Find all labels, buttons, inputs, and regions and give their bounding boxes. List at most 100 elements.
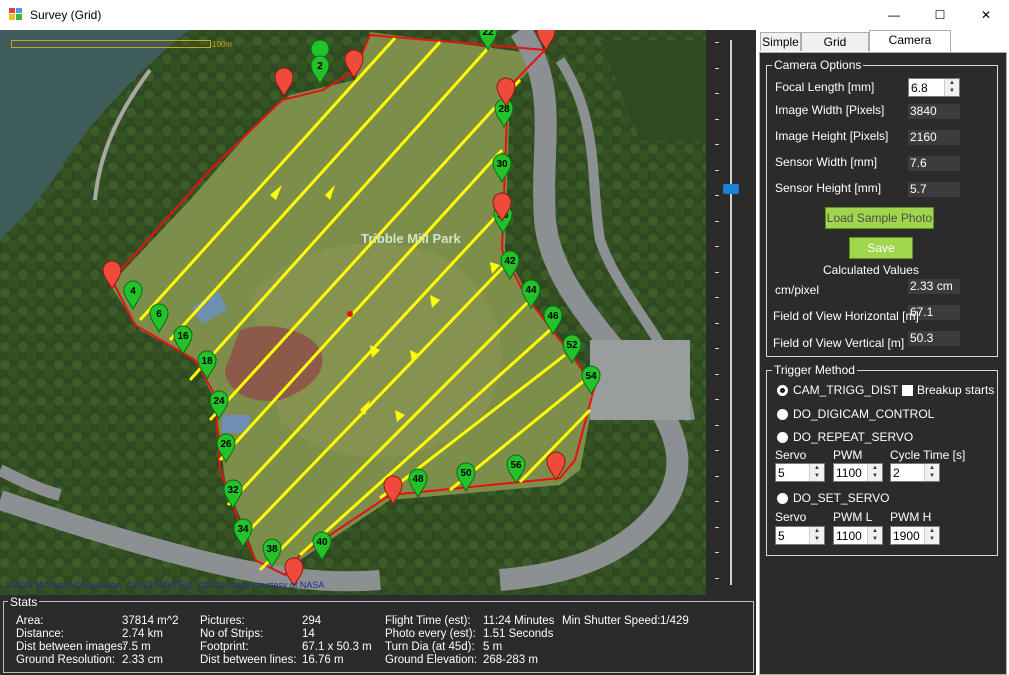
pwm-high-spinner[interactable]: ▲ ▼ xyxy=(924,527,939,544)
pwm-high-input[interactable]: 1900 ▲ ▼ xyxy=(890,526,940,545)
pwm-high-label: PWM H xyxy=(890,510,932,524)
pwm-low-label: PWM L xyxy=(833,510,873,524)
pwm-input[interactable]: 1100 ▲ ▼ xyxy=(833,463,883,482)
close-button[interactable]: ✕ xyxy=(963,0,1009,30)
waypoint-label: 52 xyxy=(566,340,578,351)
waypoint-label: 42 xyxy=(504,256,516,267)
set-servo-radio[interactable] xyxy=(777,493,788,504)
dist-images-label: Dist between images: xyxy=(16,641,126,653)
digicam-control-label: DO_DIGICAM_CONTROL xyxy=(793,407,935,421)
zoom-thumb[interactable] xyxy=(723,184,739,194)
focal-length-spinner[interactable]: ▲ ▼ xyxy=(944,79,959,96)
sensor-width-field[interactable]: 7.6 xyxy=(908,156,960,171)
footprint-label: Footprint: xyxy=(200,641,249,653)
pwm-spinner[interactable]: ▲ ▼ xyxy=(867,464,882,481)
cycle-time-value: 2 xyxy=(893,466,900,480)
title-bar: Survey (Grid) — ☐ ✕ xyxy=(0,0,1009,30)
calculated-values-label: Calculated Values xyxy=(823,263,919,277)
waypoint-label: 16 xyxy=(177,331,189,342)
area-value: 37814 m^2 xyxy=(122,615,179,627)
scale-label: 100m xyxy=(212,40,233,49)
ground-elev-value: 268-283 m xyxy=(483,654,538,666)
photo-every-value: 1.51 Seconds xyxy=(483,628,554,640)
breakup-starts-label: Breakup starts xyxy=(917,383,995,397)
zoom-tick xyxy=(715,348,719,349)
zoom-tick xyxy=(715,93,719,94)
scale-bar xyxy=(11,40,211,48)
save-button[interactable]: Save xyxy=(849,237,913,259)
park-label: Tribble Mill Park xyxy=(361,231,461,246)
distance-label: Distance: xyxy=(16,628,64,640)
cam-trigg-dist-radio[interactable] xyxy=(777,385,788,396)
ground-res-label: Ground Resolution: xyxy=(16,654,116,666)
waypoint-label: 46 xyxy=(547,311,559,322)
tab-camera-config[interactable]: Camera Config xyxy=(869,30,951,66)
zoom-tick xyxy=(715,450,719,451)
strips-value: 14 xyxy=(302,628,315,640)
pwm-low-input[interactable]: 1100 ▲ ▼ xyxy=(833,526,883,545)
waypoint-label: 24 xyxy=(213,396,225,407)
cycle-time-spinner[interactable]: ▲ ▼ xyxy=(924,464,939,481)
image-height-label: Image Height [Pixels] xyxy=(775,129,889,143)
zoom-tick xyxy=(715,577,719,579)
zoom-tick xyxy=(715,220,719,222)
servo-spinner[interactable]: ▲ ▼ xyxy=(809,464,824,481)
cycle-time-input[interactable]: 2 ▲ ▼ xyxy=(890,463,940,482)
zoom-tick xyxy=(715,373,719,375)
waypoint-label: 18 xyxy=(201,356,213,367)
tab-grid-options[interactable]: Grid Options xyxy=(801,32,869,68)
turn-dia-value: 5 m xyxy=(483,641,503,653)
stats-frame xyxy=(3,601,754,673)
map-view[interactable]: 2461618222426283032343638404244464850525… xyxy=(0,30,706,595)
breakup-starts-checkbox[interactable] xyxy=(902,385,913,396)
distance-value: 2.74 km xyxy=(122,628,163,640)
area-label: Area: xyxy=(16,615,44,627)
load-sample-photo-button[interactable]: Load Sample Photo xyxy=(825,207,934,229)
maximize-button[interactable]: ☐ xyxy=(917,0,963,30)
cm-pixel-field[interactable]: 2.33 cm xyxy=(908,279,960,294)
set-servo-label: DO_SET_SERVO xyxy=(793,491,890,505)
servo2-input[interactable]: 5 ▲ ▼ xyxy=(775,526,825,545)
image-width-field[interactable]: 3840 xyxy=(908,104,960,119)
waypoint-label: 56 xyxy=(510,460,522,471)
map-canvas: 2461618222426283032343638404244464850525… xyxy=(0,30,706,595)
servo-input[interactable]: 5 ▲ ▼ xyxy=(775,463,825,482)
pictures-value: 294 xyxy=(302,615,322,627)
image-height-field[interactable]: 2160 xyxy=(908,130,960,145)
waypoint-label: 30 xyxy=(496,159,508,170)
zoom-slider[interactable] xyxy=(706,30,756,595)
photo-every-label: Photo every (est): xyxy=(385,628,476,640)
repeat-servo-radio[interactable] xyxy=(777,432,788,443)
fov-vertical-field[interactable]: 50.3 xyxy=(908,331,960,346)
sensor-height-label: Sensor Height [mm] xyxy=(775,181,882,195)
turn-dia-label: Turn Dia (at 45d): xyxy=(385,641,475,653)
cm-pixel-label: cm/pixel xyxy=(775,283,820,297)
waypoint-label: 44 xyxy=(525,285,537,296)
stats-legend: Stats xyxy=(8,595,40,609)
waypoint-label: 22 xyxy=(482,30,494,38)
waypoint-label: 38 xyxy=(266,544,278,555)
waypoint-label: 28 xyxy=(498,104,510,115)
servo2-spinner[interactable]: ▲ ▼ xyxy=(809,527,824,544)
waypoint-label: 50 xyxy=(460,468,472,479)
minimize-button[interactable]: — xyxy=(871,0,917,30)
zoom-tick xyxy=(715,246,719,247)
zoom-tick xyxy=(715,526,719,528)
tab-simple[interactable]: Simple xyxy=(760,32,801,51)
servo2-value: 5 xyxy=(778,529,785,543)
cycle-time-label: Cycle Time [s] xyxy=(890,448,966,462)
strips-label: No of Strips: xyxy=(200,628,264,640)
sensor-height-field[interactable]: 5.7 xyxy=(908,182,960,197)
pwm-value: 1100 xyxy=(836,466,862,480)
waypoint-label: 34 xyxy=(237,524,249,535)
digicam-control-radio[interactable] xyxy=(777,409,788,420)
pwm-label: PWM xyxy=(833,448,863,462)
focal-length-input[interactable]: 6.8 ▲ ▼ xyxy=(908,78,960,97)
zoom-tick xyxy=(715,42,719,43)
zoom-tick xyxy=(715,552,719,553)
repeat-servo-label: DO_REPEAT_SERVO xyxy=(793,430,914,444)
stats-panel: Stats Area: 37814 m^2 Distance: 2.74 km … xyxy=(0,595,756,675)
zoom-tick xyxy=(715,399,719,400)
fov-horizontal-label: Field of View Horizontal [m] xyxy=(773,309,919,323)
pwm-low-spinner[interactable]: ▲ ▼ xyxy=(867,527,882,544)
